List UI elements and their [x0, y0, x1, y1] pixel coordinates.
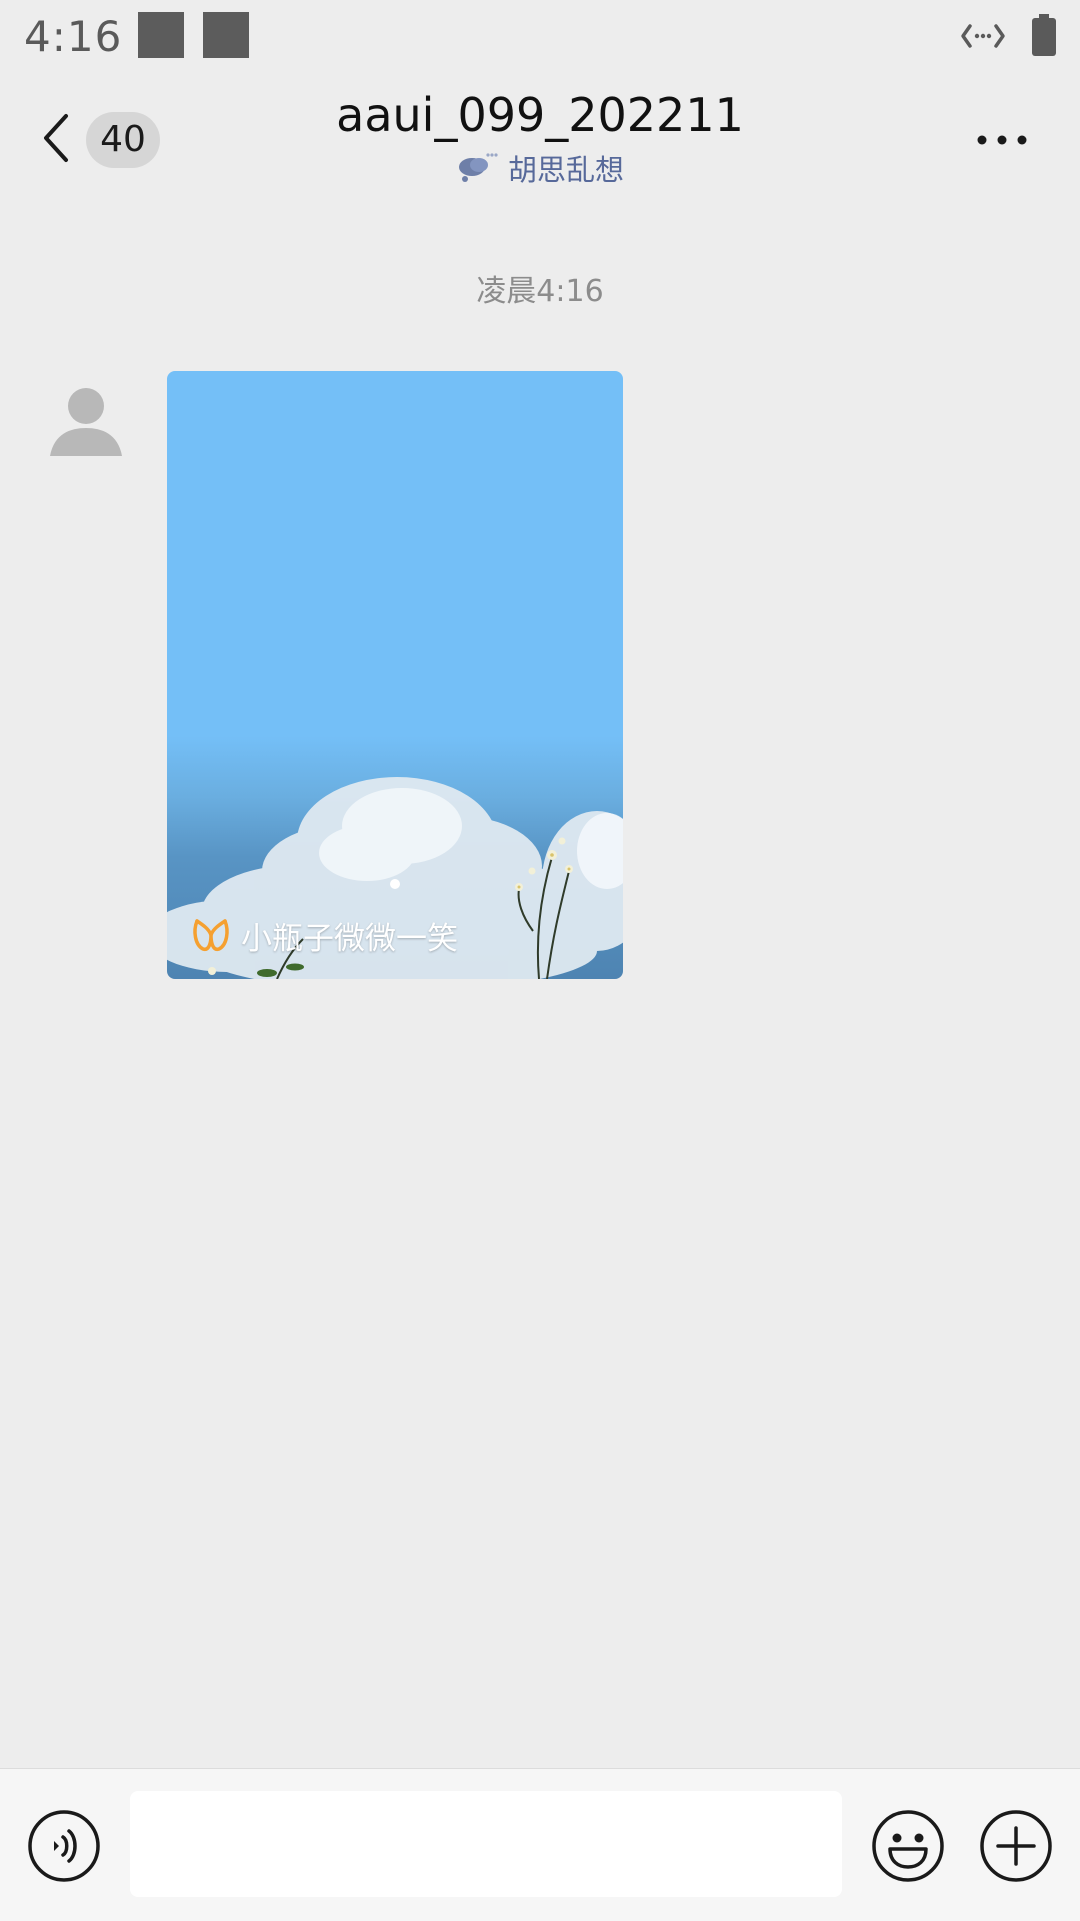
data-transfer-icon [961, 24, 1005, 48]
voice-icon[interactable] [27, 1809, 101, 1883]
chat-input-bar [0, 1768, 1080, 1921]
notification-square-icon [138, 12, 184, 58]
default-avatar-icon[interactable] [44, 382, 128, 466]
emoji-icon[interactable] [871, 1809, 945, 1883]
bottle-logo-icon [193, 919, 229, 952]
chat-status: 胡思乱想 [0, 148, 1080, 188]
status-bar: 4:16 [0, 0, 1080, 72]
message-timestamp: 凌晨4:16 [476, 274, 604, 309]
message-input[interactable] [130, 1791, 842, 1897]
card-caption: 小瓶子微微一笑 [191, 911, 458, 959]
plus-icon[interactable] [979, 1809, 1053, 1883]
bottle-message-card[interactable]: 小瓶子微微一笑 [167, 371, 623, 979]
chat-title: aaui_099_202211 [336, 88, 744, 142]
status-time: 4:16 [24, 12, 123, 61]
card-caption-text: 小瓶子微微一笑 [241, 920, 458, 957]
more-dots-icon[interactable] [974, 120, 1030, 160]
page-indicator-dot [390, 879, 400, 889]
chat-status-text: 胡思乱想 [507, 153, 624, 187]
chat-header: 40 aaui_099_202211 胡思乱想 [0, 72, 1080, 212]
battery-icon [1032, 14, 1056, 56]
notification-square-icon [203, 12, 249, 58]
thought-bubble-icon [458, 153, 498, 182]
